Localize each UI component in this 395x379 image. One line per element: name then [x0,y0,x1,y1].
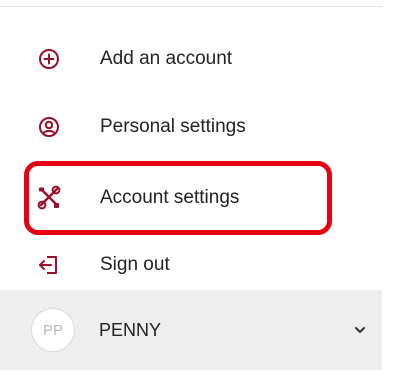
chevron-down-icon[interactable] [350,320,370,340]
account-settings-menu-item[interactable]: Account settings [0,169,382,227]
sign-out-icon [36,252,62,278]
sign-out-menu-item[interactable]: Sign out [0,236,382,294]
add-account-label: Add an account [100,48,233,69]
add-circle-icon [36,46,62,72]
right-margin [382,0,395,379]
personal-settings-menu-item[interactable]: Personal settings [0,98,382,156]
account-name: PENNY [99,319,162,340]
avatar-initials: PP [42,321,63,339]
account-switcher[interactable]: PP PENNY [0,290,382,370]
account-settings-label: Account settings [100,187,240,208]
add-account-menu-item[interactable]: Add an account [0,30,382,88]
sign-out-label: Sign out [100,254,170,275]
avatar: PP [31,308,75,352]
person-circle-icon [36,114,62,140]
tools-icon [36,185,62,211]
top-divider [0,0,382,7]
personal-settings-label: Personal settings [100,116,246,137]
